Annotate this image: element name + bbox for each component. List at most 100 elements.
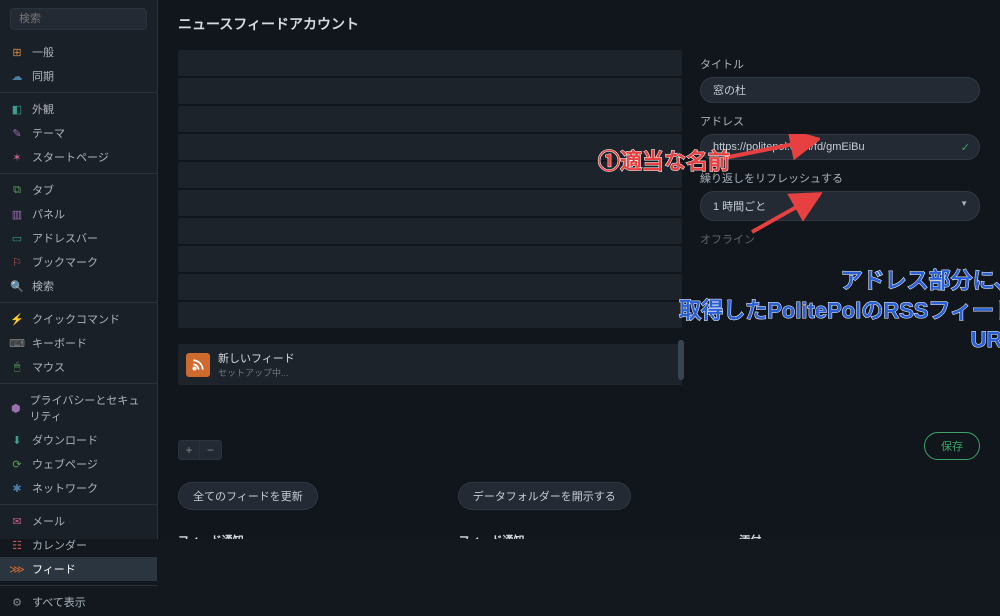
feed-row[interactable] bbox=[178, 162, 682, 188]
sidebar-item-downloads[interactable]: ⬇ダウンロード bbox=[0, 428, 157, 452]
feed-icon: ⋙ bbox=[10, 562, 24, 576]
divider bbox=[0, 92, 157, 93]
feed-add-remove: + − bbox=[178, 440, 682, 460]
save-button[interactable]: 保存 bbox=[924, 432, 980, 460]
sidebar-item-label: 一般 bbox=[32, 44, 54, 60]
sidebar-item-webpages[interactable]: ⟳ウェブページ bbox=[0, 452, 157, 476]
update-all-button[interactable]: 全てのフィードを更新 bbox=[178, 482, 318, 510]
sidebar-item-label: 外観 bbox=[32, 101, 54, 117]
option-title: 添付 bbox=[739, 532, 980, 539]
chevron-down-icon: ▼ bbox=[960, 199, 968, 208]
start-page-icon: ✶ bbox=[10, 150, 24, 164]
divider bbox=[0, 302, 157, 303]
tabs-icon: ⧉ bbox=[10, 183, 24, 197]
option-title: フィード通知 bbox=[459, 532, 700, 539]
sidebar-item-label: ネットワーク bbox=[32, 480, 98, 496]
main-panel: ニュースフィードアカウント 新しいフィード bbox=[158, 0, 1000, 539]
feed-row[interactable] bbox=[178, 78, 682, 104]
sidebar-item-quick-commands[interactable]: ⚡ クイックコマンド bbox=[0, 307, 157, 331]
sidebar-item-mail[interactable]: ✉メール bbox=[0, 509, 157, 533]
sidebar-item-label: アドレスバー bbox=[32, 230, 98, 246]
sidebar-item-appearance[interactable]: ◧外観 bbox=[0, 97, 157, 121]
feed-row[interactable] bbox=[178, 50, 682, 76]
feed-status: セットアップ中... bbox=[218, 366, 295, 379]
panel-icon: ▥ bbox=[10, 207, 24, 221]
address-label: アドレス bbox=[700, 113, 980, 129]
sidebar-item-mouse[interactable]: 🖱マウス bbox=[0, 355, 157, 379]
sidebar-item-address-bar[interactable]: ▭ アドレスバー bbox=[0, 226, 157, 250]
quick-commands-icon: ⚡ bbox=[10, 312, 24, 326]
sidebar-item-label: ウェブページ bbox=[32, 456, 98, 472]
add-feed-button[interactable]: + bbox=[178, 440, 200, 460]
sidebar-item-label: テーマ bbox=[32, 125, 65, 141]
sidebar-item-keyboard[interactable]: ⌨ キーボード bbox=[0, 331, 157, 355]
downloads-icon: ⬇ bbox=[10, 433, 24, 447]
content-area: 新しいフィード セットアップ中... + − タイトル アドレス ✓ 繰り返し bbox=[158, 50, 1000, 470]
sidebar-item-label: パネル bbox=[32, 206, 65, 222]
sidebar-item-label: クイックコマンド bbox=[32, 311, 120, 327]
sidebar-item-start-page[interactable]: ✶ スタートページ bbox=[0, 145, 157, 169]
settings-sidebar: ⊞ 一般 ☁ 同期 ◧外観 ✎ テーマ ✶ スタートページ ⧉ タブ ▥ パネル ▭ アドレスバー ⚐ブックマ… bbox=[0, 0, 158, 539]
open-data-folder-button[interactable]: データフォルダーを開示する bbox=[458, 482, 631, 510]
offline-label: オフライン bbox=[700, 231, 980, 247]
sidebar-item-sync[interactable]: ☁ 同期 bbox=[0, 64, 157, 88]
feed-row[interactable] bbox=[178, 218, 682, 244]
sidebar-item-label: 検索 bbox=[32, 278, 54, 294]
address-input[interactable] bbox=[700, 134, 980, 160]
feed-row[interactable] bbox=[178, 190, 682, 216]
refresh-select[interactable]: 1 時間ごと bbox=[700, 191, 980, 221]
sidebar-item-label: キーボード bbox=[32, 335, 87, 351]
scrollbar-handle[interactable] bbox=[678, 340, 684, 380]
feed-row[interactable] bbox=[178, 134, 682, 160]
sidebar-item-label: タブ bbox=[32, 182, 54, 198]
general-icon: ⊞ bbox=[10, 45, 24, 59]
sidebar-item-label: カレンダー bbox=[32, 537, 87, 553]
sync-icon: ☁ bbox=[10, 69, 24, 83]
sidebar-item-panel[interactable]: ▥ パネル bbox=[0, 202, 157, 226]
sidebar-item-label: 同期 bbox=[32, 68, 54, 84]
feed-item-selected[interactable]: 新しいフィード セットアップ中... bbox=[178, 344, 682, 385]
feed-row[interactable] bbox=[178, 274, 682, 300]
feed-rows: 新しいフィード セットアップ中... bbox=[178, 50, 682, 438]
search-icon: 🔍 bbox=[10, 279, 24, 293]
sidebar-item-show-all[interactable]: ⚙ すべて表示 bbox=[0, 590, 157, 614]
option-col-1: フィード通知 ✓ ウェブページのフィードを検出する bbox=[178, 532, 419, 539]
sidebar-item-calendar[interactable]: ☷カレンダー bbox=[0, 533, 157, 557]
feed-row[interactable] bbox=[178, 302, 682, 328]
sidebar-item-feed[interactable]: ⋙フィード bbox=[0, 557, 157, 581]
keyboard-icon: ⌨ bbox=[10, 336, 24, 350]
bottom-options: フィード通知 ✓ ウェブページのフィードを検出する フィード通知 ✓ 新しいフィ… bbox=[158, 528, 1000, 539]
privacy-icon: ⬢ bbox=[10, 401, 22, 415]
feed-meta: 新しいフィード セットアップ中... bbox=[218, 350, 295, 379]
sidebar-item-label: すべて表示 bbox=[32, 594, 86, 610]
title-input[interactable] bbox=[700, 77, 980, 103]
sidebar-item-bookmarks[interactable]: ⚐ブックマーク bbox=[0, 250, 157, 274]
feed-list-column: 新しいフィード セットアップ中... + − bbox=[178, 50, 682, 460]
action-row: 全てのフィードを更新 データフォルダーを開示する bbox=[158, 474, 1000, 524]
sidebar-item-privacy[interactable]: ⬢ プライバシーとセキュリティ bbox=[0, 388, 157, 428]
refresh-label: 繰り返しをリフレッシュする bbox=[700, 170, 980, 186]
mail-icon: ✉ bbox=[10, 514, 24, 528]
address-bar-icon: ▭ bbox=[10, 231, 24, 245]
sidebar-item-network[interactable]: ✱ネットワーク bbox=[0, 476, 157, 500]
sidebar-item-general[interactable]: ⊞ 一般 bbox=[0, 40, 157, 64]
sidebar-item-tabs[interactable]: ⧉ タブ bbox=[0, 178, 157, 202]
divider bbox=[0, 383, 157, 384]
show-all-icon: ⚙ bbox=[10, 595, 24, 609]
divider bbox=[0, 173, 157, 174]
feed-detail-column: タイトル アドレス ✓ 繰り返しをリフレッシュする 1 時間ごと ▼ オフライン… bbox=[700, 50, 980, 460]
sidebar-search-wrap bbox=[4, 4, 153, 34]
sidebar-item-label: スタートページ bbox=[32, 149, 109, 165]
feed-row[interactable] bbox=[178, 106, 682, 132]
feed-row[interactable] bbox=[178, 246, 682, 272]
sidebar-search-input[interactable] bbox=[10, 8, 147, 30]
sidebar-item-theme[interactable]: ✎ テーマ bbox=[0, 121, 157, 145]
option-col-3: 添付 ✓ YouTube のリンクは添付扱いにする bbox=[739, 532, 980, 539]
theme-icon: ✎ bbox=[10, 126, 24, 140]
remove-feed-button[interactable]: − bbox=[200, 440, 222, 460]
option-col-2: フィード通知 ✓ 新しいフィードの通知を表示 bbox=[459, 532, 700, 539]
page-title: ニュースフィードアカウント bbox=[158, 0, 1000, 46]
divider bbox=[0, 585, 157, 586]
sidebar-item-label: プライバシーとセキュリティ bbox=[30, 392, 147, 424]
sidebar-item-search[interactable]: 🔍 検索 bbox=[0, 274, 157, 298]
